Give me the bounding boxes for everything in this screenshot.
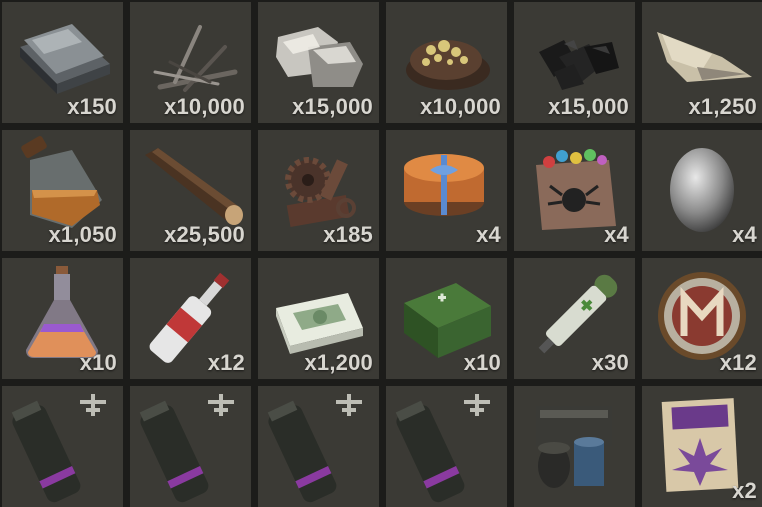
item-quantity: x10,000 [164,94,245,119]
item-quantity: x12 [207,350,245,375]
item-quantity: x30 [591,350,629,375]
inventory-slot[interactable]: x15,000 [514,2,635,123]
inventory-slot[interactable]: x10 [386,258,507,379]
inventory-slot[interactable]: x1,050 [2,130,123,251]
supply-signal-grenade-icon [2,386,123,507]
inventory-slot[interactable]: x1,200 [258,258,379,379]
item-quantity: x1,200 [304,350,373,375]
item-quantity: x4 [604,222,629,247]
item-quantity: x4 [476,222,501,247]
supply-signal-grenade-icon [386,386,507,507]
item-quantity: x10 [463,350,501,375]
item-quantity: x12 [719,350,757,375]
item-quantity: x10,000 [420,94,501,119]
inventory-slot[interactable]: x25,500 [130,130,251,251]
inventory-slot[interactable]: x150 [2,2,123,123]
barrel-workbench-icon [514,386,635,507]
item-quantity: x2 [732,478,757,503]
inventory-slot[interactable]: x4 [386,130,507,251]
inventory-slot[interactable]: x1,250 [642,2,762,123]
inventory-slot[interactable]: x2 [642,386,762,507]
item-quantity: x10 [79,350,117,375]
item-quantity: x150 [67,94,117,119]
item-quantity: x25,500 [164,222,245,247]
inventory-slot[interactable] [130,386,251,507]
inventory-slot[interactable]: x10,000 [130,2,251,123]
inventory-slot[interactable] [386,386,507,507]
inventory-slot[interactable]: x12 [130,258,251,379]
inventory-slot[interactable]: x12 [642,258,762,379]
inventory-slot[interactable] [514,386,635,507]
inventory-slot[interactable] [258,386,379,507]
item-quantity: x15,000 [292,94,373,119]
item-quantity: x15,000 [548,94,629,119]
inventory-slot[interactable]: x10 [2,258,123,379]
inventory-slot[interactable]: x10,000 [386,2,507,123]
inventory-slot[interactable] [2,386,123,507]
item-quantity: x185 [323,222,373,247]
inventory-grid: x150 x10,000 x15,000 x10,000 x15,000 x1,… [0,0,762,507]
item-quantity: x1,050 [48,222,117,247]
supply-signal-grenade-icon [130,386,251,507]
item-quantity: x1,250 [688,94,757,119]
inventory-slot[interactable]: x30 [514,258,635,379]
inventory-slot[interactable]: x4 [642,130,762,251]
item-quantity: x4 [732,222,757,247]
inventory-slot[interactable]: x185 [258,130,379,251]
supply-signal-grenade-icon [258,386,379,507]
inventory-slot[interactable]: x15,000 [258,2,379,123]
inventory-slot[interactable]: x4 [514,130,635,251]
